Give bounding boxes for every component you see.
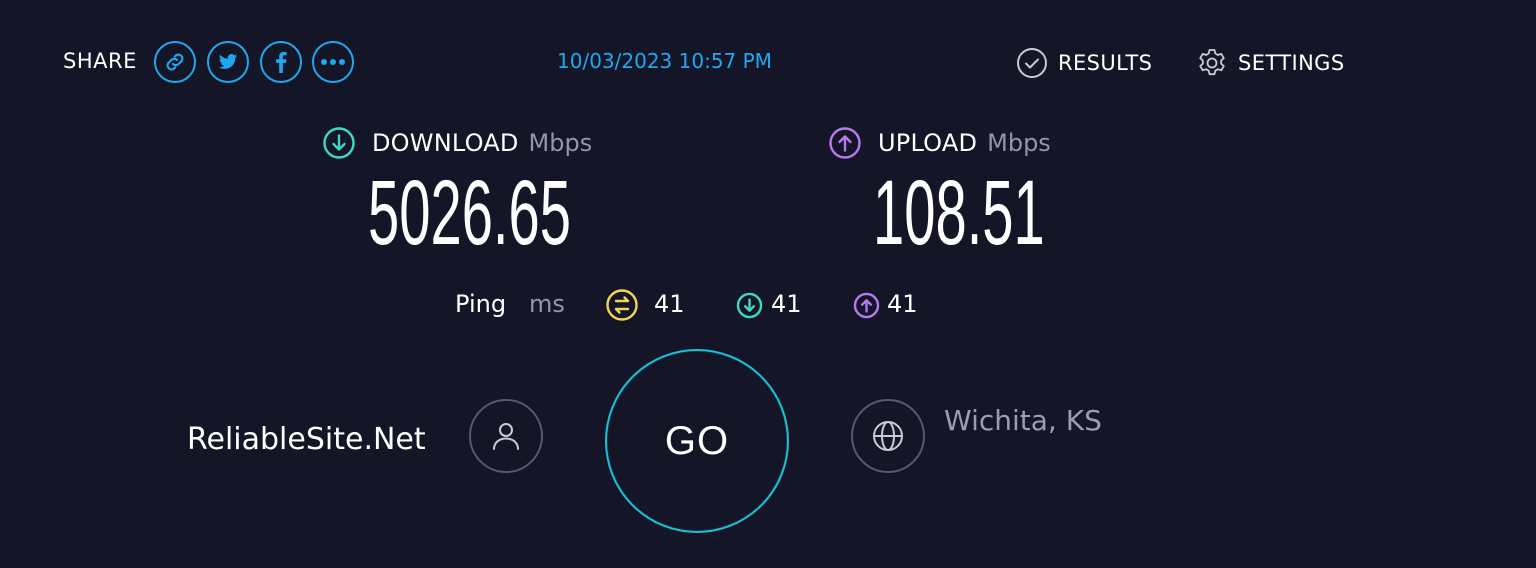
share-twitter-button[interactable] [207,41,249,83]
settings-label: SETTINGS [1238,51,1345,75]
user-icon [493,423,519,450]
provider-name[interactable]: ReliableSite.Net [187,420,426,460]
ping-upload-value: 41 [887,290,918,318]
ping-unit: ms [529,290,565,318]
go-button[interactable]: GO [605,349,789,533]
upload-arrow-icon [853,292,880,319]
download-header: DOWNLOAD Mbps [322,126,592,160]
upload-header: UPLOAD Mbps [828,126,1051,160]
ping-download-value: 41 [771,290,802,318]
settings-link[interactable]: SETTINGS [1196,45,1345,81]
upload-title: UPLOAD [878,129,978,157]
share-facebook-button[interactable] [260,41,302,83]
share-label: SHARE [63,49,137,73]
download-arrow-icon [736,292,763,319]
more-dots-icon [321,59,345,65]
download-unit: Mbps [528,129,593,157]
facebook-icon [275,51,287,73]
upload-unit: Mbps [987,129,1051,157]
share-more-button[interactable] [312,41,354,83]
twitter-icon [218,54,238,69]
go-label: GO [664,418,730,463]
gear-icon [1199,49,1225,76]
change-server-button[interactable] [851,399,925,473]
share-link-button[interactable] [154,41,196,83]
check-circle-icon [1017,48,1047,78]
ping-idle-value: 41 [654,290,685,318]
results-link[interactable]: RESULTS [1016,45,1152,81]
download-arrow-icon [323,127,355,159]
ping-label: Ping [455,290,507,318]
download-title: DOWNLOAD [372,129,519,157]
server-location[interactable]: Wichita, KS [944,403,1102,439]
link-icon [166,53,184,71]
upload-arrow-icon [829,127,861,159]
results-label: RESULTS [1058,51,1153,75]
download-speed-value: 5026.65 [368,160,572,264]
ping-icon [606,289,638,321]
change-provider-button[interactable] [469,399,543,473]
upload-speed-value: 108.51 [873,160,1045,264]
globe-icon [873,421,903,451]
test-timestamp: 10/03/2023 10:57 PM [557,49,772,73]
